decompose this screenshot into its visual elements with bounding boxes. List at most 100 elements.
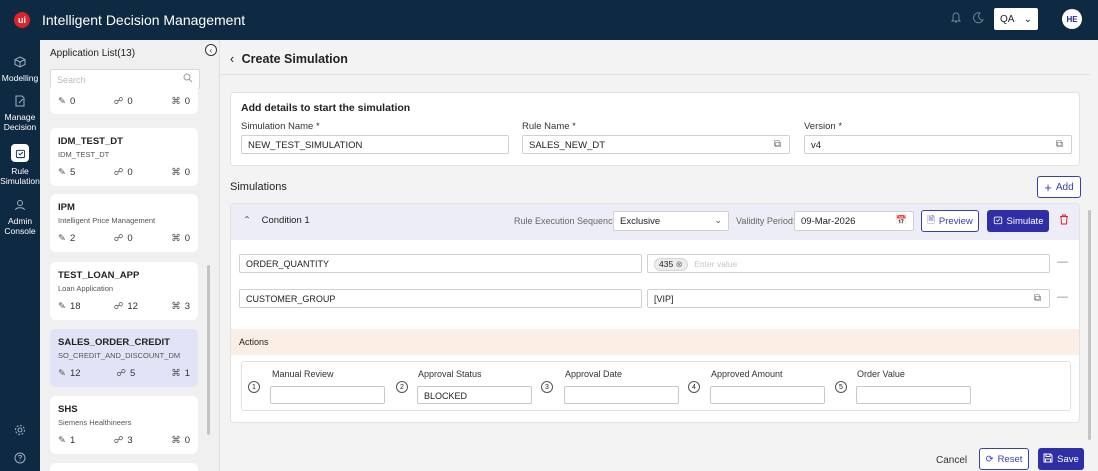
action-label: Order Value xyxy=(857,369,905,379)
back-chevron-icon[interactable]: ‹ xyxy=(230,52,234,66)
condition-field-input[interactable]: CUSTOMER_GROUP xyxy=(239,289,642,308)
page-title-text: Create Simulation xyxy=(241,52,348,66)
save-button[interactable]: Save xyxy=(1038,448,1084,470)
application-card[interactable] xyxy=(50,463,198,471)
approved-amount-input[interactable] xyxy=(710,386,825,404)
rules-icon: ✎ xyxy=(58,435,66,446)
preview-button[interactable]: 🗎 Preview xyxy=(921,210,979,232)
reset-label: Reset xyxy=(997,453,1023,465)
add-label: Add xyxy=(1055,181,1074,193)
delete-condition-icon[interactable] xyxy=(1059,214,1069,228)
rules-count: 18 xyxy=(69,301,81,312)
action-label: Approval Status xyxy=(418,369,482,379)
model-icon: ⌘ xyxy=(171,167,181,178)
flows-count: 0 xyxy=(127,233,133,244)
chevron-up-icon: ⌃ xyxy=(243,215,251,226)
help-icon[interactable] xyxy=(0,452,40,467)
model-icon: ⌘ xyxy=(171,435,181,446)
validity-period-label: Validity Period: xyxy=(736,216,796,226)
cancel-button[interactable]: Cancel xyxy=(936,455,967,466)
chip-remove-icon[interactable]: ⊗ xyxy=(676,259,683,269)
condition-value-input[interactable]: 435 ⊗ Enter value xyxy=(647,254,1050,273)
top-bar: ui Intelligent Decision Management QA ⌄ … xyxy=(0,0,1098,40)
models-count: 0 xyxy=(184,233,190,244)
flow-icon: ☍ xyxy=(113,435,124,446)
order-value-input[interactable] xyxy=(856,386,971,404)
actions-box: 1 Manual Review 2 Approval Status BLOCKE… xyxy=(241,361,1071,411)
nav-item-manage-decision[interactable]: Manage Decision xyxy=(0,95,40,132)
calendar-icon[interactable]: 📅 xyxy=(896,215,907,226)
flow-icon: ☍ xyxy=(116,368,127,379)
action-number-badge: 4 xyxy=(688,381,700,393)
action-label: Manual Review xyxy=(272,369,334,379)
user-avatar[interactable]: HE xyxy=(1062,9,1082,29)
actions-header: Actions xyxy=(231,329,1079,355)
main-content: ‹ Create Simulation Add details to start… xyxy=(220,40,1098,471)
version-label: Version * xyxy=(804,121,843,132)
nav-item-admin-console[interactable]: Admin Console xyxy=(0,199,40,236)
condition-field-value: CUSTOMER_GROUP xyxy=(246,294,336,304)
application-card-selected[interactable]: SALES_ORDER_CREDIT SO_CREDIT_AND_DISCOUN… xyxy=(50,329,198,387)
application-card[interactable]: TEST_LOAN_APP Loan Application ✎ 18 ☍ 12 ⌘… xyxy=(50,262,198,320)
models-count: 0 xyxy=(184,96,190,107)
reset-button[interactable]: ⟳ Reset xyxy=(979,448,1029,470)
rules-icon: ✎ xyxy=(58,96,66,107)
card-name: SHS xyxy=(58,404,78,415)
application-list-panel: Application List(13) ‹ Search ✎ 0 ☍ 0 ⌘ 0 I… xyxy=(40,40,220,471)
rules-icon: ✎ xyxy=(58,368,66,379)
condition-value-input[interactable]: [VIP] ⧉ xyxy=(647,289,1050,308)
bell-icon[interactable] xyxy=(950,11,962,27)
validity-period-input[interactable]: 09-Mar-2026 📅 xyxy=(794,211,914,231)
simulation-name-input[interactable]: NEW_TEST_SIMULATION xyxy=(241,135,509,154)
settings-icon[interactable] xyxy=(0,424,40,439)
action-number-badge: 1 xyxy=(248,381,260,393)
flow-icon: ☍ xyxy=(113,233,124,244)
card-stats: ✎ 18 ☍ 12 ⌘ 3 xyxy=(58,301,190,312)
simulation-details-card: Add details to start the simulation Simu… xyxy=(230,92,1080,166)
environment-select[interactable]: QA ⌄ xyxy=(994,8,1038,30)
card-name: SALES_ORDER_CREDIT xyxy=(58,337,170,348)
simulation-name-value: NEW_TEST_SIMULATION xyxy=(248,140,363,151)
application-card[interactable]: ✎ 0 ☍ 0 ⌘ 0 xyxy=(50,84,198,114)
action-number-badge: 5 xyxy=(835,381,847,393)
chip-text: 435 xyxy=(659,259,674,269)
approval-date-input[interactable] xyxy=(564,386,679,404)
collapse-panel-button[interactable]: ‹ xyxy=(205,44,217,56)
simulation-icon xyxy=(993,215,1003,228)
application-card[interactable]: IPM Intelligent Price Management ✎ 2 ☍ 0 ⌘… xyxy=(50,194,198,252)
application-card[interactable]: IDM_TEST_DT IDM_TEST_DT ✎ 5 ☍ 0 ⌘ 0 xyxy=(50,128,198,186)
rules-count: 5 xyxy=(69,167,76,178)
flow-icon: ☍ xyxy=(113,96,124,107)
list-scrollbar[interactable] xyxy=(207,265,210,435)
remove-row-icon[interactable]: — xyxy=(1057,256,1068,268)
manual-review-input[interactable] xyxy=(270,386,385,404)
chevron-down-icon: ⌄ xyxy=(714,215,722,225)
model-icon: ⌘ xyxy=(171,301,181,312)
open-picker-icon[interactable]: ⧉ xyxy=(1034,293,1041,304)
approval-status-input[interactable]: BLOCKED xyxy=(417,386,532,404)
application-card[interactable]: SHS Siemens Healthineers ✎ 1 ☍ 3 ⌘ 0 xyxy=(50,396,198,454)
main-scrollbar[interactable] xyxy=(1088,210,1091,440)
models-count: 1 xyxy=(184,368,190,379)
action-label: Approved Amount xyxy=(711,369,783,379)
nav-item-modelling[interactable]: Modelling xyxy=(0,56,40,83)
rule-execution-sequence-select[interactable]: Exclusive ⌄ xyxy=(613,211,729,231)
remove-row-icon[interactable]: — xyxy=(1057,291,1068,303)
card-stats: ✎ 2 ☍ 0 ⌘ 0 xyxy=(58,233,190,244)
moon-icon[interactable] xyxy=(972,11,984,27)
rule-name-input[interactable]: SALES_NEW_DT ⧉ xyxy=(522,135,790,154)
application-list-title: Application List(13) xyxy=(50,48,136,59)
condition-title[interactable]: ⌃ Condition 1 xyxy=(243,215,310,226)
open-picker-icon[interactable]: ⧉ xyxy=(774,139,781,150)
card-name: IDM_TEST_DT xyxy=(58,136,123,147)
edit-document-icon xyxy=(14,95,26,108)
add-simulation-button[interactable]: + Add xyxy=(1037,176,1081,198)
rules-icon: ✎ xyxy=(58,233,66,244)
condition-field-input[interactable]: ORDER_QUANTITY xyxy=(239,254,642,273)
action-value: BLOCKED xyxy=(424,391,468,401)
simulate-button[interactable]: Simulate xyxy=(987,210,1049,232)
open-picker-icon[interactable]: ⧉ xyxy=(1056,139,1063,150)
value-placeholder: Enter value xyxy=(694,259,738,269)
nav-item-rule-simulation[interactable]: Rule Simulation xyxy=(0,144,40,186)
version-input[interactable]: v4 ⧉ xyxy=(804,135,1072,154)
